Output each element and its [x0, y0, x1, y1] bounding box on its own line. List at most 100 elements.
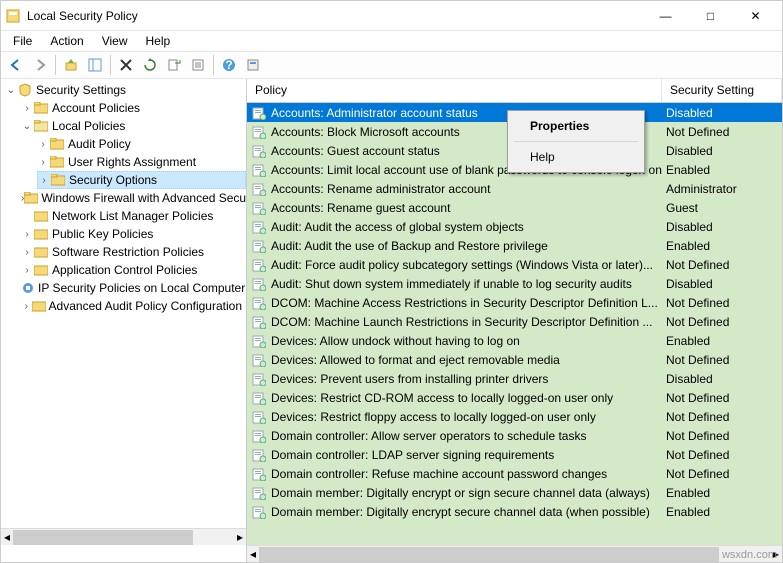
- policy-row[interactable]: Domain member: Digitally encrypt secure …: [247, 502, 782, 521]
- expand-icon[interactable]: ›: [38, 175, 50, 186]
- tree-item-local-policies[interactable]: ⌄Local Policies: [21, 117, 246, 135]
- menubar: File Action View Help: [1, 31, 782, 51]
- policy-name-cell: Domain member: Digitally encrypt secure …: [247, 504, 662, 520]
- policy-name: DCOM: Machine Access Restrictions in Sec…: [271, 296, 658, 310]
- policy-row[interactable]: Audit: Shut down system immediately if u…: [247, 274, 782, 293]
- menu-view[interactable]: View: [94, 32, 136, 50]
- toolbar-separator: [213, 55, 214, 75]
- policy-row[interactable]: Audit: Audit the access of global system…: [247, 217, 782, 236]
- ip-security-icon: [21, 280, 35, 296]
- collapse-icon[interactable]: ⌄: [5, 85, 17, 96]
- back-button[interactable]: [5, 54, 27, 76]
- policy-value-cell: Not Defined: [662, 410, 782, 424]
- tree-item-ip-security[interactable]: IP Security Policies on Local Computer: [21, 279, 246, 297]
- refresh-button[interactable]: [139, 54, 161, 76]
- tree-item-security-options[interactable]: ›Security Options: [37, 171, 246, 189]
- policy-row[interactable]: Devices: Allowed to format and eject rem…: [247, 350, 782, 369]
- tree-horizontal-scrollbar[interactable]: ◂▸: [1, 528, 246, 545]
- folder-icon: [49, 154, 65, 170]
- folder-icon: [50, 172, 66, 188]
- maximize-button[interactable]: □: [688, 1, 733, 30]
- expand-icon[interactable]: ›: [21, 229, 33, 240]
- help-button[interactable]: ?: [218, 54, 240, 76]
- folder-icon: [33, 226, 49, 242]
- policy-value-cell: Disabled: [662, 277, 782, 291]
- policy-name: Devices: Restrict CD-ROM access to local…: [271, 391, 613, 405]
- policy-row[interactable]: Devices: Restrict CD-ROM access to local…: [247, 388, 782, 407]
- policy-row[interactable]: Audit: Force audit policy subcategory se…: [247, 255, 782, 274]
- policy-icon: [251, 390, 267, 406]
- collapse-icon[interactable]: ⌄: [21, 121, 33, 132]
- tree-item-audit-policy[interactable]: ›Audit Policy: [37, 135, 246, 153]
- policy-row[interactable]: Devices: Restrict floppy access to local…: [247, 407, 782, 426]
- column-header-policy[interactable]: Policy: [247, 79, 662, 102]
- tree-item-account-policies[interactable]: ›Account Policies: [21, 99, 246, 117]
- policy-row[interactable]: Domain controller: Allow server operator…: [247, 426, 782, 445]
- policy-name-cell: Domain controller: Allow server operator…: [247, 428, 662, 444]
- policy-row[interactable]: Accounts: Rename administrator accountAd…: [247, 179, 782, 198]
- forward-button[interactable]: [29, 54, 51, 76]
- context-menu-properties[interactable]: Properties: [510, 113, 642, 139]
- expand-icon[interactable]: ›: [21, 103, 33, 114]
- expand-icon[interactable]: ›: [37, 157, 49, 168]
- policy-name-cell: Devices: Allowed to format and eject rem…: [247, 352, 662, 368]
- column-header-setting[interactable]: Security Setting: [662, 79, 782, 102]
- up-button[interactable]: [60, 54, 82, 76]
- menu-action[interactable]: Action: [42, 32, 91, 50]
- close-button[interactable]: ✕: [733, 1, 778, 30]
- window-buttons: — □ ✕: [643, 1, 778, 30]
- list-header: Policy Security Setting: [247, 79, 782, 103]
- folder-icon: [33, 262, 49, 278]
- menu-file[interactable]: File: [5, 32, 40, 50]
- policy-row[interactable]: Audit: Audit the use of Backup and Resto…: [247, 236, 782, 255]
- toolbar-extra-button[interactable]: [242, 54, 264, 76]
- list-horizontal-scrollbar[interactable]: ◂▸: [247, 545, 782, 562]
- properties-button[interactable]: [187, 54, 209, 76]
- tree-item-user-rights[interactable]: ›User Rights Assignment: [37, 153, 246, 171]
- policy-value-cell: Enabled: [662, 334, 782, 348]
- folder-icon: [49, 136, 65, 152]
- expand-icon[interactable]: ›: [21, 301, 32, 312]
- policy-row[interactable]: Domain controller: Refuse machine accoun…: [247, 464, 782, 483]
- policy-name-cell: Devices: Allow undock without having to …: [247, 333, 662, 349]
- tree-item-app-control[interactable]: ›Application Control Policies: [21, 261, 246, 279]
- minimize-button[interactable]: —: [643, 1, 688, 30]
- policy-icon: [251, 219, 267, 235]
- tree-item-software-restriction[interactable]: ›Software Restriction Policies: [21, 243, 246, 261]
- tree-label: IP Security Policies on Local Computer: [38, 281, 245, 295]
- show-hide-tree-button[interactable]: [84, 54, 106, 76]
- context-menu-help[interactable]: Help: [510, 144, 642, 170]
- policy-name: Audit: Audit the access of global system…: [271, 220, 524, 234]
- delete-button[interactable]: [115, 54, 137, 76]
- policy-icon: [251, 466, 267, 482]
- policy-value-cell: Enabled: [662, 505, 782, 519]
- tree-root-security-settings[interactable]: ⌄ Security Settings: [5, 81, 246, 99]
- policy-row[interactable]: DCOM: Machine Access Restrictions in Sec…: [247, 293, 782, 312]
- policy-value-cell: Disabled: [662, 106, 782, 120]
- expand-icon[interactable]: ›: [21, 265, 33, 276]
- policy-name: Domain controller: Refuse machine accoun…: [271, 467, 607, 481]
- tree-item-firewall[interactable]: ›Windows Firewall with Advanced Security: [21, 189, 246, 207]
- expand-icon[interactable]: ›: [37, 139, 49, 150]
- policy-row[interactable]: Devices: Allow undock without having to …: [247, 331, 782, 350]
- policy-icon: [251, 276, 267, 292]
- export-button[interactable]: [163, 54, 185, 76]
- policy-name: Devices: Allowed to format and eject rem…: [271, 353, 560, 367]
- policy-row[interactable]: Domain controller: LDAP server signing r…: [247, 445, 782, 464]
- policy-row[interactable]: Accounts: Rename guest accountGuest: [247, 198, 782, 217]
- policy-row[interactable]: DCOM: Machine Launch Restrictions in Sec…: [247, 312, 782, 331]
- menu-help[interactable]: Help: [138, 32, 179, 50]
- policy-name-cell: Devices: Restrict floppy access to local…: [247, 409, 662, 425]
- policy-row[interactable]: Domain member: Digitally encrypt or sign…: [247, 483, 782, 502]
- policy-row[interactable]: Devices: Prevent users from installing p…: [247, 369, 782, 388]
- expand-icon[interactable]: ›: [21, 247, 33, 258]
- tree-pane[interactable]: ⌄ Security Settings ›Account Policies ⌄L…: [1, 79, 247, 562]
- tree-item-advanced-audit[interactable]: ›Advanced Audit Policy Configuration: [21, 297, 246, 315]
- policy-name: Devices: Allow undock without having to …: [271, 334, 520, 348]
- policy-name: Audit: Force audit policy subcategory se…: [271, 258, 653, 272]
- tree-item-public-key[interactable]: ›Public Key Policies: [21, 225, 246, 243]
- policy-name: Domain controller: Allow server operator…: [271, 429, 586, 443]
- policy-name-cell: Accounts: Rename administrator account: [247, 181, 662, 197]
- tree-item-network-list[interactable]: Network List Manager Policies: [21, 207, 246, 225]
- content-pane: ⌄ Security Settings ›Account Policies ⌄L…: [1, 79, 782, 562]
